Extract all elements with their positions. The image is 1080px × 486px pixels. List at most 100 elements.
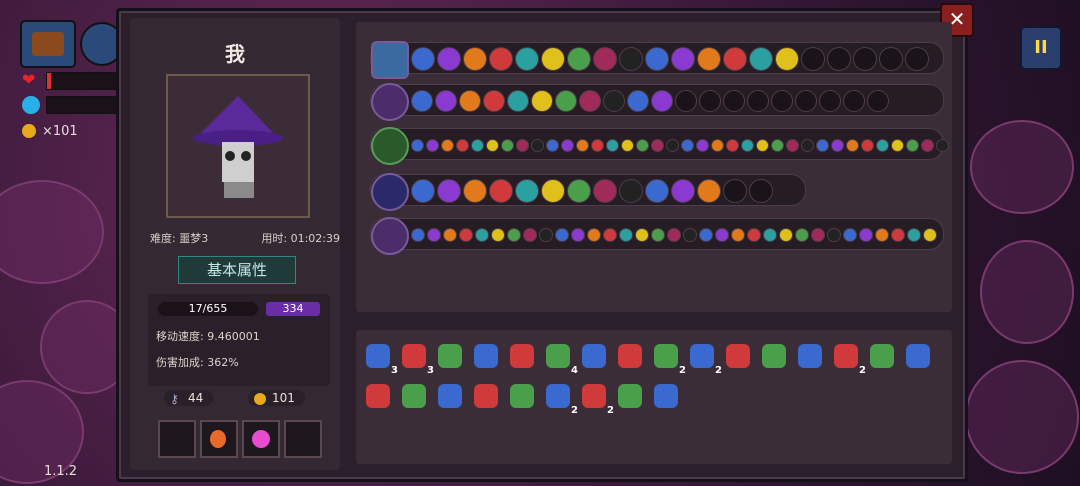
inventory-item[interactable] <box>614 380 646 412</box>
spell-icon[interactable] <box>593 179 617 203</box>
spell-icon[interactable] <box>603 228 617 242</box>
empty-spell-slot[interactable] <box>801 47 825 71</box>
empty-spell-slot[interactable] <box>723 179 747 203</box>
spell-icon[interactable] <box>619 179 643 203</box>
weapon-row-3[interactable] <box>370 127 949 165</box>
spell-icon[interactable] <box>861 138 874 152</box>
potion-slot[interactable] <box>242 420 280 458</box>
inventory-item[interactable]: 4 <box>542 340 578 376</box>
spell-icon[interactable] <box>411 47 435 71</box>
inventory-item[interactable] <box>470 340 502 372</box>
spell-icon[interactable] <box>507 228 521 242</box>
spell-icon[interactable] <box>786 138 799 152</box>
spell-icon[interactable] <box>621 138 634 152</box>
spell-icon[interactable] <box>459 228 473 242</box>
spell-icon[interactable] <box>489 179 513 203</box>
inventory-item[interactable]: 2 <box>578 380 614 416</box>
spell-icon[interactable] <box>681 138 694 152</box>
inventory-item[interactable] <box>866 340 898 372</box>
spell-icon[interactable] <box>576 138 589 152</box>
spell-icon[interactable] <box>645 47 669 71</box>
spell-icon[interactable] <box>749 47 773 71</box>
inventory-item[interactable] <box>794 340 826 372</box>
spell-icon[interactable] <box>606 138 619 152</box>
spell-icon[interactable] <box>435 90 457 112</box>
spell-icon[interactable] <box>523 228 537 242</box>
spell-icon[interactable] <box>567 47 591 71</box>
spell-icon[interactable] <box>726 138 739 152</box>
spell-icon[interactable] <box>561 138 574 152</box>
spell-icon[interactable] <box>531 138 544 152</box>
weapon-row-1[interactable] <box>370 41 944 79</box>
inventory-item[interactable]: 2 <box>542 380 578 416</box>
spell-icon[interactable] <box>587 228 601 242</box>
spell-icon[interactable] <box>747 228 761 242</box>
empty-spell-slot[interactable] <box>853 47 877 71</box>
spell-icon[interactable] <box>486 138 499 152</box>
empty-spell-slot[interactable] <box>723 90 745 112</box>
spell-icon[interactable] <box>555 228 569 242</box>
inventory-item[interactable]: 3 <box>362 340 398 376</box>
consumable-slot-empty[interactable] <box>158 420 196 458</box>
spell-icon[interactable] <box>501 138 514 152</box>
empty-spell-slot[interactable] <box>771 90 793 112</box>
spell-icon[interactable] <box>463 179 487 203</box>
inventory-item[interactable] <box>398 380 430 412</box>
potion-slot[interactable] <box>200 420 238 458</box>
empty-spell-slot[interactable] <box>843 90 865 112</box>
empty-spell-slot[interactable] <box>867 90 889 112</box>
spell-icon[interactable] <box>515 47 539 71</box>
inventory-item[interactable] <box>362 380 394 412</box>
inventory-item[interactable] <box>506 340 538 372</box>
spell-icon[interactable] <box>541 179 565 203</box>
spell-icon[interactable] <box>666 138 679 152</box>
spell-icon[interactable] <box>471 138 484 152</box>
inventory-item[interactable]: 2 <box>686 340 722 376</box>
spell-icon[interactable] <box>827 228 841 242</box>
spell-icon[interactable] <box>516 138 529 152</box>
spell-icon[interactable] <box>763 228 777 242</box>
weapon-row-2[interactable] <box>370 83 944 121</box>
consumable-slot-empty[interactable] <box>284 420 322 458</box>
inventory-item[interactable]: 3 <box>398 340 434 376</box>
spell-icon[interactable] <box>591 138 604 152</box>
spell-icon[interactable] <box>779 228 793 242</box>
chest-button[interactable] <box>20 20 76 68</box>
inventory-item[interactable]: 2 <box>830 340 866 376</box>
spell-icon[interactable] <box>697 179 721 203</box>
spell-icon[interactable] <box>475 228 489 242</box>
inventory-item[interactable] <box>470 380 502 412</box>
spell-icon[interactable] <box>603 90 625 112</box>
spell-icon[interactable] <box>651 138 664 152</box>
spell-icon[interactable] <box>715 228 729 242</box>
spell-icon[interactable] <box>923 228 937 242</box>
inventory-item[interactable] <box>902 340 934 372</box>
spell-icon[interactable] <box>859 228 873 242</box>
spell-icon[interactable] <box>671 179 695 203</box>
spell-icon[interactable] <box>876 138 889 152</box>
spell-icon[interactable] <box>651 228 665 242</box>
spell-icon[interactable] <box>756 138 769 152</box>
spell-icon[interactable] <box>546 138 559 152</box>
spell-icon[interactable] <box>667 228 681 242</box>
spell-icon[interactable] <box>843 228 857 242</box>
spell-icon[interactable] <box>483 90 505 112</box>
spell-icon[interactable] <box>411 179 435 203</box>
spell-icon[interactable] <box>771 138 784 152</box>
inventory-item[interactable] <box>434 380 466 412</box>
pause-button[interactable]: II <box>1020 26 1062 70</box>
spell-icon[interactable] <box>741 138 754 152</box>
inventory-item[interactable] <box>578 340 610 372</box>
spell-icon[interactable] <box>636 138 649 152</box>
spell-icon[interactable] <box>531 90 553 112</box>
inventory-item[interactable] <box>434 340 466 372</box>
spell-icon[interactable] <box>907 228 921 242</box>
spell-icon[interactable] <box>541 47 565 71</box>
spell-icon[interactable] <box>645 179 669 203</box>
spell-icon[interactable] <box>427 228 441 242</box>
empty-spell-slot[interactable] <box>699 90 721 112</box>
spell-icon[interactable] <box>801 138 814 152</box>
weapon-row-4[interactable] <box>370 173 806 211</box>
spell-icon[interactable] <box>795 228 809 242</box>
spell-icon[interactable] <box>846 138 859 152</box>
